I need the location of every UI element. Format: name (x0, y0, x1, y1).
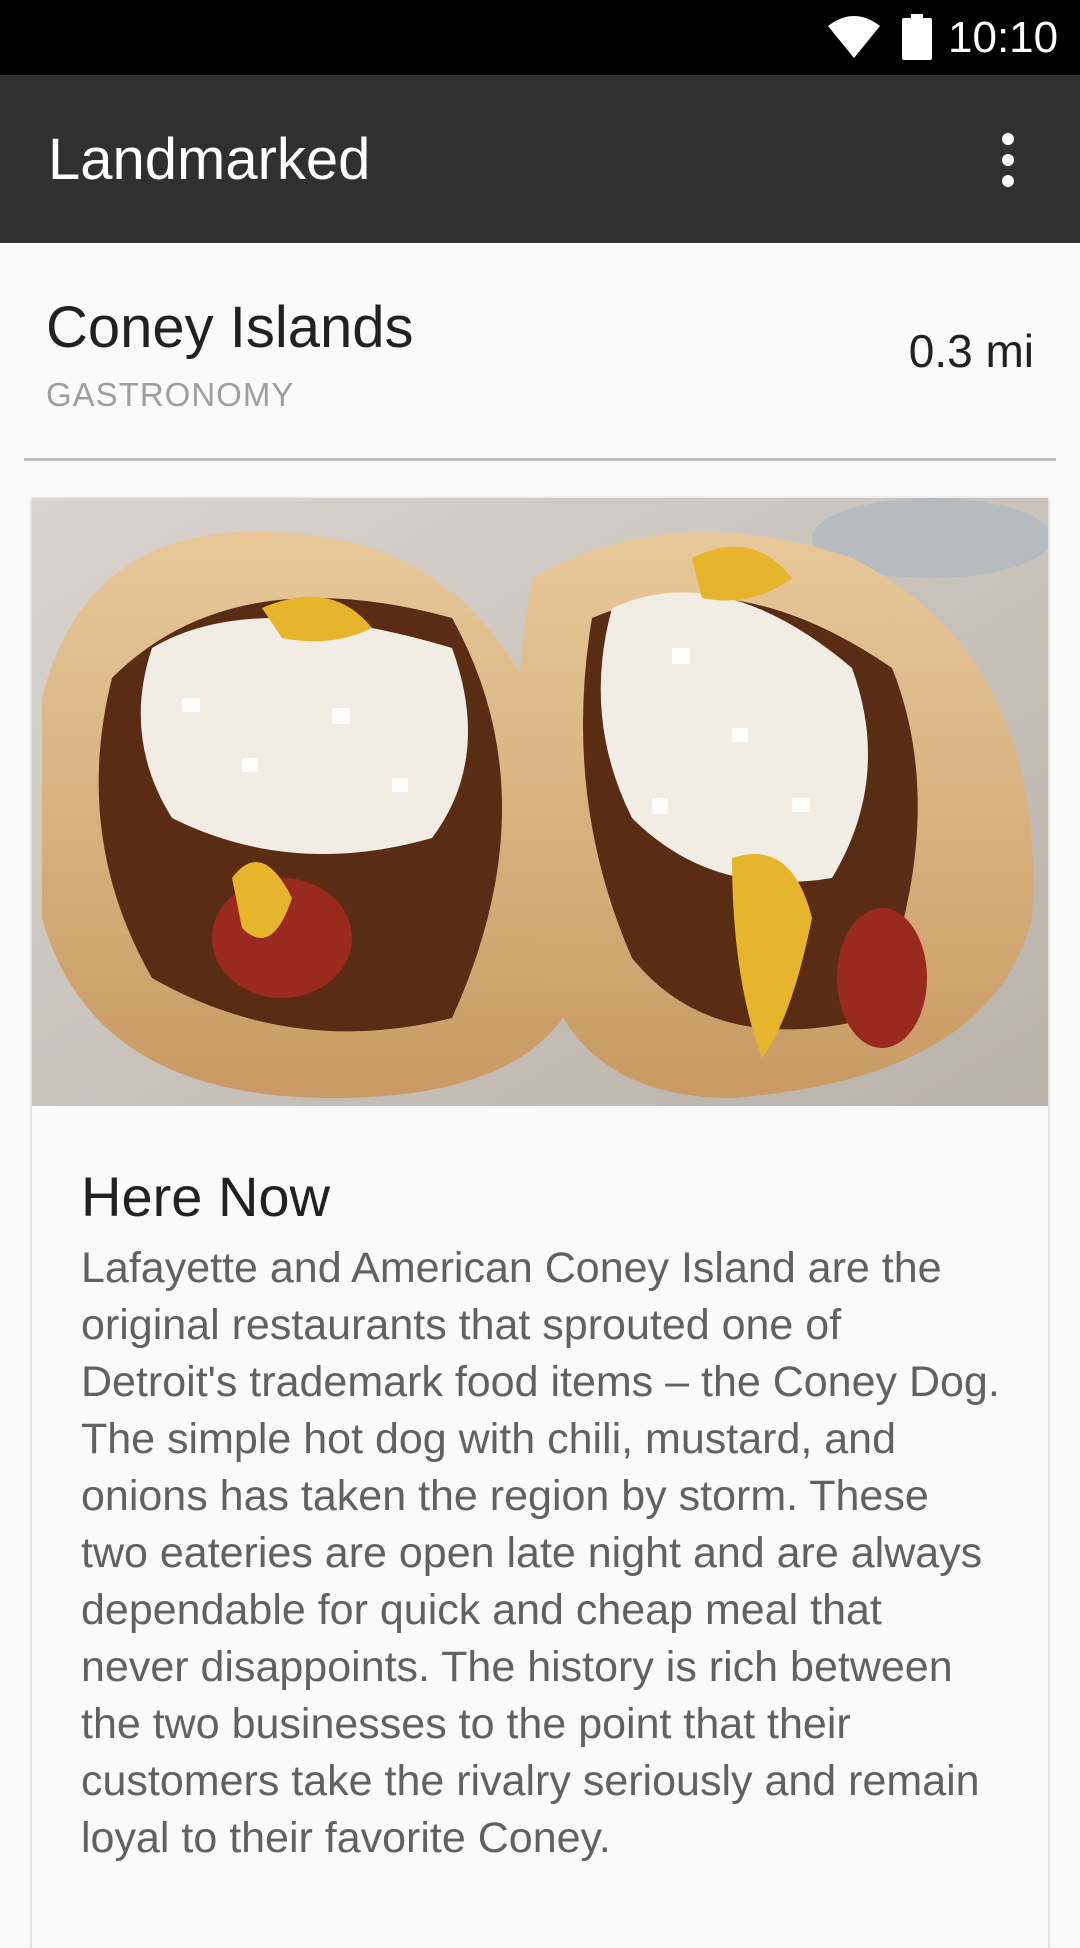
status-bar: 10:10 (0, 0, 1080, 75)
status-time: 10:10 (948, 13, 1059, 62)
place-header: Coney Islands GASTRONOMY 0.3 mi (0, 243, 1080, 461)
wifi-icon (828, 16, 880, 58)
more-vert-icon[interactable] (980, 125, 1036, 195)
place-name: Coney Islands (46, 295, 414, 360)
section-title: Here Now (81, 1165, 330, 1228)
place-distance: 0.3 mi (908, 325, 1034, 377)
battery-icon (902, 14, 932, 60)
app-bar: Landmarked (0, 75, 1080, 243)
place-category: GASTRONOMY (46, 376, 295, 413)
place-description: Lafayette and American Coney Island are … (81, 1244, 1000, 1862)
detail-card: Here Now Lafayette and American Coney Is… (32, 498, 1048, 1948)
divider (24, 458, 1056, 461)
app-title: Landmarked (48, 127, 371, 192)
place-photo (32, 498, 1048, 1106)
